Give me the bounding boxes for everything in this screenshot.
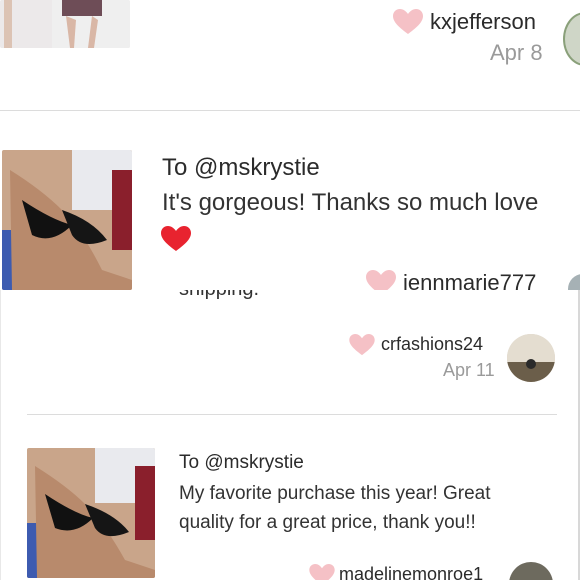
review-message-line2: quality for a great price, thank you!!: [179, 512, 476, 533]
review-feed-bottom: shipping. crfashions24 Apr 11 To @mskrys…: [0, 290, 580, 580]
heart-icon[interactable]: [393, 9, 423, 40]
listing-thumbnail-top[interactable]: [0, 0, 130, 48]
review-feed-top: kxjefferson Apr 8 To @mskrystie It's gor…: [0, 0, 580, 290]
red-heart-emoji: [161, 226, 191, 257]
review-date: Apr 8: [490, 40, 543, 65]
heart-icon[interactable]: [349, 334, 375, 361]
review-date: Apr 11: [443, 360, 495, 380]
listing-thumbnail[interactable]: [2, 150, 132, 290]
heart-icon[interactable]: [309, 564, 335, 580]
review-message-line1: My favorite purchase this year! Great: [179, 483, 491, 504]
divider: [0, 110, 580, 111]
heart-icon[interactable]: [366, 270, 396, 290]
reviewer-username[interactable]: madelinemonroe1: [339, 564, 483, 580]
review-message: It's gorgeous! Thanks so much love: [162, 189, 539, 216]
reviewer-username[interactable]: kxjefferson: [430, 9, 536, 35]
review-message-tail: shipping.: [179, 290, 259, 301]
reviewer-avatar[interactable]: [563, 12, 580, 66]
divider: [27, 414, 557, 415]
reviewer-avatar[interactable]: [568, 274, 580, 290]
reviewer-avatar[interactable]: [507, 334, 555, 382]
recipient-label: To @mskrystie: [162, 154, 320, 181]
recipient-label: To @mskrystie: [179, 452, 304, 473]
reviewer-username[interactable]: crfashions24: [381, 334, 483, 355]
reviewer-username[interactable]: jennmarie777: [403, 270, 536, 290]
listing-thumbnail[interactable]: [27, 448, 155, 578]
reviewer-avatar[interactable]: [509, 562, 553, 580]
